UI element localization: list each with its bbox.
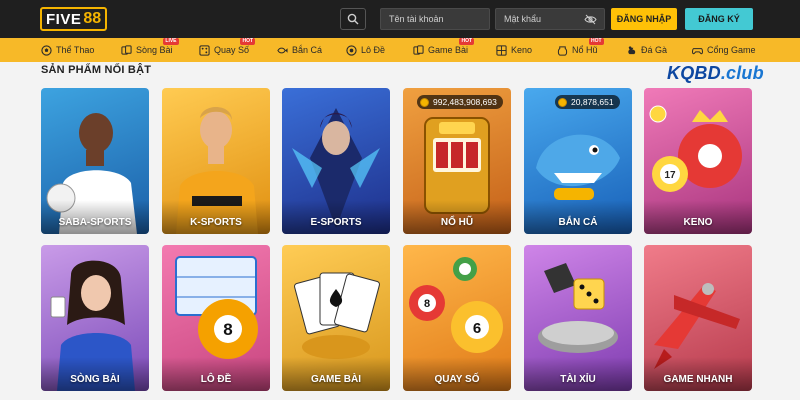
svg-text:6: 6	[473, 320, 481, 337]
svg-text:8: 8	[223, 320, 232, 339]
keno-icon	[496, 44, 507, 56]
search-icon	[347, 13, 359, 25]
header-bar: FIVE 88 Tên tài khoản Mật khẩu ĐĂNG NHẬP…	[0, 0, 800, 38]
card-label: GAME NHANH	[663, 374, 733, 385]
cards-icon	[413, 44, 424, 55]
product-card-quay-so[interactable]: 8 6 QUAY SỐ	[403, 245, 511, 391]
nav-label: Game Bài	[428, 45, 469, 55]
nav-label: Cổng Game	[707, 45, 756, 55]
nav-item-song-bai[interactable]: Sòng Bài LIVE	[121, 38, 179, 62]
jackpot-counter: 992,483,908,693	[417, 95, 503, 109]
card-label: BẮN CÁ	[558, 217, 598, 228]
nav-item-keno[interactable]: Keno	[496, 38, 532, 62]
card-label: GAME BÀI	[311, 374, 361, 385]
product-card-k-sports[interactable]: K-SPORTS	[162, 88, 270, 234]
soccer-ball-icon	[41, 44, 52, 56]
cards-icon	[121, 44, 132, 55]
coin-icon	[420, 97, 429, 107]
jackpot-value: 992,483,908,693	[433, 97, 497, 107]
card-label: LÔ ĐỀ	[200, 374, 232, 385]
hot-badge: HOT	[588, 38, 604, 45]
watermark-main: KQBD	[667, 63, 721, 83]
nav-label: Thể Thao	[56, 45, 95, 55]
card-label: TÀI XỈU	[560, 374, 596, 385]
product-card-lo-de[interactable]: 8 LÔ ĐỀ	[162, 245, 270, 391]
product-card-keno[interactable]: 17 KENO	[644, 88, 752, 234]
watermark-suffix: .club	[720, 63, 764, 83]
login-button[interactable]: ĐĂNG NHẬP	[611, 8, 677, 30]
nav-item-quay-so[interactable]: Quay Số HOT	[199, 38, 256, 62]
product-card-song-bai[interactable]: SÒNG BÀI	[41, 245, 149, 391]
card-label: E-SPORTS	[310, 217, 362, 228]
gamepad-icon	[692, 47, 703, 54]
register-button[interactable]: ĐĂNG KÝ	[685, 8, 753, 30]
five88-logo[interactable]: FIVE 88	[40, 7, 108, 31]
jar-icon	[557, 45, 568, 56]
hot-badge: HOT	[240, 38, 256, 45]
product-card-saba-sports[interactable]: SABA-SPORTS	[41, 88, 149, 234]
fish-icon	[277, 47, 288, 53]
nav-item-game-bai[interactable]: Game Bài HOT	[413, 38, 475, 62]
main-nav: Thể Thao Sòng Bài LIVE Quay Số HOT Bắn C…	[0, 38, 800, 62]
nav-label: Bắn Cá	[292, 45, 323, 55]
card-label: SABA-SPORTS	[58, 217, 132, 228]
nav-label: Lô Đề	[361, 45, 386, 55]
logo-text: FIVE	[46, 10, 82, 28]
product-card-game-bai[interactable]: GAME BÀI	[282, 245, 390, 391]
svg-text:17: 17	[664, 170, 676, 181]
username-input[interactable]: Tên tài khoản	[380, 8, 490, 30]
username-placeholder: Tên tài khoản	[389, 14, 444, 24]
product-card-ban-ca[interactable]: 20,878,651 BẮN CÁ	[524, 88, 632, 234]
nav-label: Sòng Bài	[136, 45, 173, 55]
site-watermark: KQBD.club	[667, 63, 764, 84]
card-label: QUAY SỐ	[434, 374, 480, 385]
lottery-icon	[199, 44, 210, 56]
nav-label: Nổ Hũ	[572, 45, 598, 55]
jackpot-counter: 20,878,651	[555, 95, 620, 109]
product-card-e-sports[interactable]: E-SPORTS	[282, 88, 390, 234]
nav-item-cong-game[interactable]: Cổng Game	[692, 38, 756, 62]
nav-item-no-hu[interactable]: Nổ Hũ HOT	[557, 38, 604, 62]
card-label: K-SPORTS	[190, 217, 242, 228]
password-input[interactable]: Mật khẩu	[495, 8, 605, 30]
section-title: SẢN PHẨM NỔI BẬT	[41, 64, 152, 76]
product-card-game-nhanh[interactable]: GAME NHANH	[644, 245, 752, 391]
search-button[interactable]	[340, 8, 366, 30]
rooster-icon	[628, 45, 636, 54]
ball-icon	[346, 44, 357, 56]
eye-slash-icon[interactable]	[584, 14, 597, 25]
nav-label: Keno	[511, 45, 533, 55]
nav-item-the-thao[interactable]: Thể Thao	[41, 38, 94, 62]
product-card-no-hu[interactable]: 992,483,908,693 NỔ HŨ	[403, 88, 511, 234]
logo-number: 88	[83, 10, 102, 27]
hot-badge: HOT	[459, 38, 475, 45]
svg-text:8: 8	[424, 298, 430, 310]
nav-label: Đá Gà	[641, 45, 668, 55]
coin-icon	[558, 97, 567, 107]
card-label: KENO	[683, 217, 713, 228]
nav-item-lo-de[interactable]: Lô Đề	[346, 38, 385, 62]
jackpot-value: 20,878,651	[571, 97, 614, 107]
card-label: NỔ HŨ	[440, 217, 474, 228]
nav-item-ban-ca[interactable]: Bắn Cá	[277, 38, 322, 62]
password-placeholder: Mật khẩu	[504, 14, 542, 24]
product-card-tai-xiu[interactable]: TÀI XỈU	[524, 245, 632, 391]
nav-item-da-ga[interactable]: Đá Gà	[626, 38, 667, 62]
card-label: SÒNG BÀI	[70, 374, 120, 385]
live-badge: LIVE	[163, 38, 179, 45]
nav-label: Quay Số	[214, 45, 250, 55]
